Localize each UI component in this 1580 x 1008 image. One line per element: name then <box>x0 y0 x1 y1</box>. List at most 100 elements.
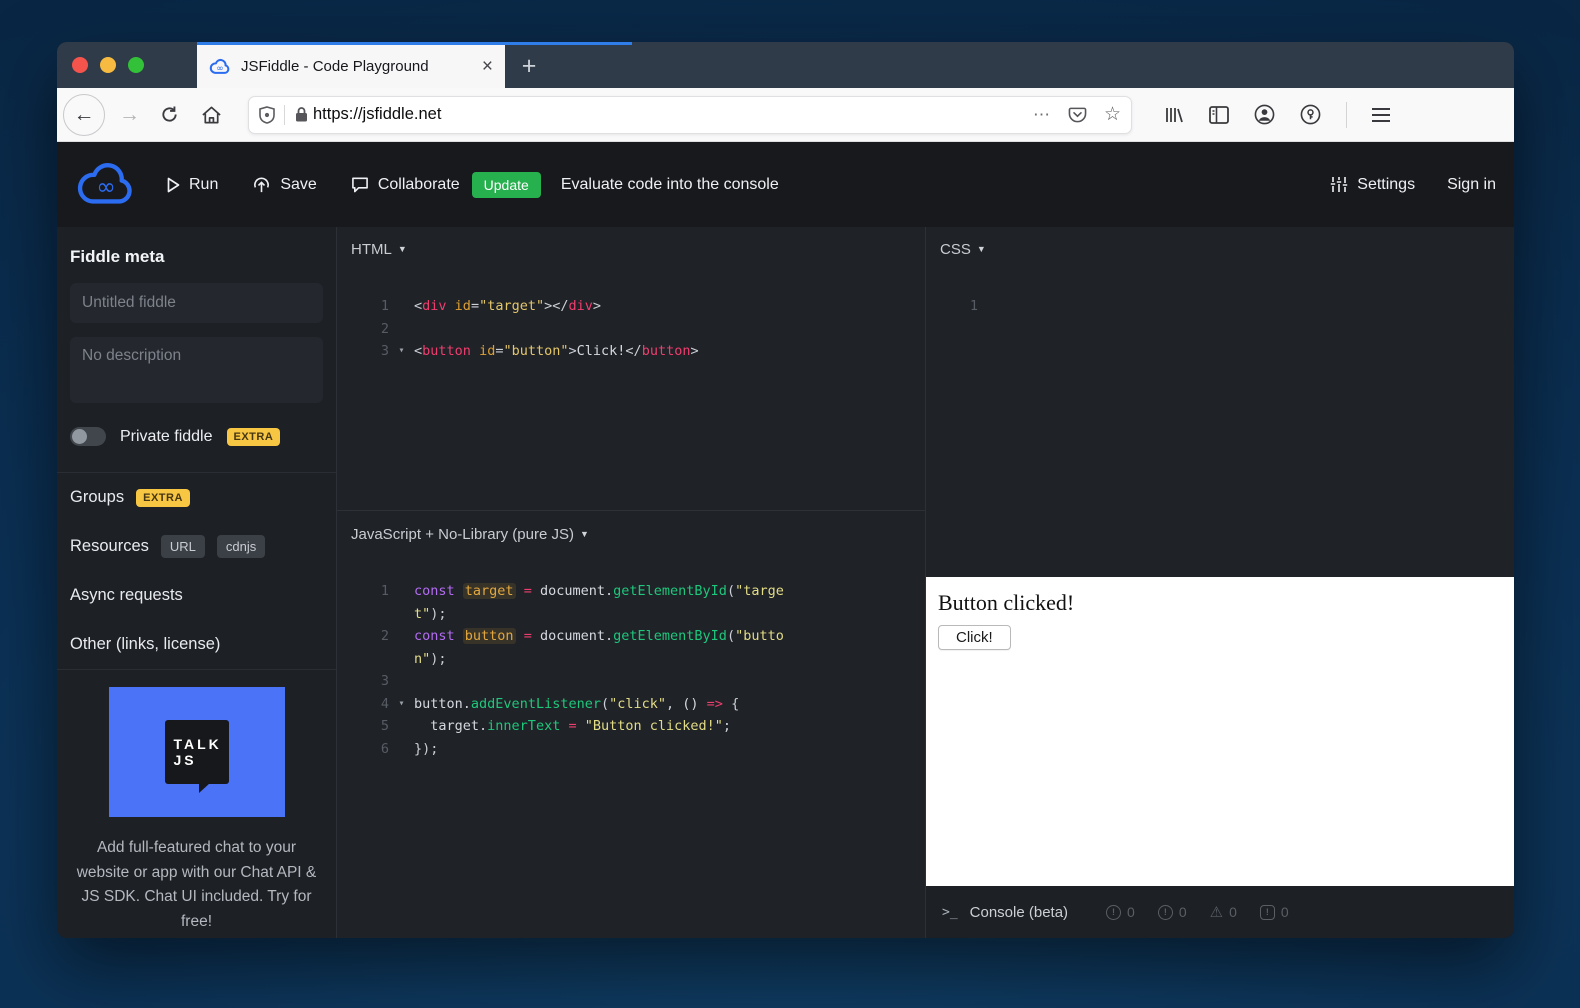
settings-label: Settings <box>1357 176 1415 194</box>
back-button[interactable]: ← <box>63 94 105 136</box>
evaluate-hint: Evaluate code into the console <box>561 176 779 194</box>
url-bar-actions: ⋯ ☆ <box>1033 103 1121 126</box>
talkjs-ad-text[interactable]: Add full-featured chat to your website o… <box>70 836 323 934</box>
code-line: 3▾<button id="button">Click!</button> <box>337 340 925 363</box>
play-icon <box>167 177 180 193</box>
info-circle-icon: ! <box>1158 905 1173 920</box>
url-bar[interactable]: https://jsfiddle.net ⋯ ☆ <box>248 96 1132 134</box>
svg-text:∞: ∞ <box>96 173 115 200</box>
console-bar[interactable]: >_ Console (beta) ! 0 ! 0 ⚠ 0 ! 0 <box>926 886 1514 938</box>
toolbar-icons <box>1164 102 1390 128</box>
result-click-button[interactable]: Click! <box>938 625 1011 650</box>
talkjs-ad-image[interactable]: TALK JS <box>109 687 285 817</box>
console-info-counter[interactable]: ! 0 <box>1158 904 1187 920</box>
editor-column-left: HTML ▼ 1<div id="target"></div>23▾<butto… <box>337 227 925 938</box>
update-button[interactable]: Update <box>472 172 541 198</box>
talkjs-ad[interactable]: TALK JS Add full-featured chat to your w… <box>70 670 323 934</box>
console-log-counter[interactable]: ! 0 <box>1106 904 1135 920</box>
lock-icon <box>294 106 309 123</box>
fiddle-title-input[interactable] <box>70 283 323 323</box>
code-line: 2 <box>337 318 925 341</box>
tab-title: JSFiddle - Code Playground <box>241 58 474 75</box>
url-badge[interactable]: URL <box>161 535 205 558</box>
save-icon <box>252 176 271 194</box>
fiddle-description-input[interactable] <box>70 337 323 403</box>
browser-tab[interactable]: ∞ JSFiddle - Code Playground × <box>197 45 505 88</box>
code-line: 4▾button.addEventListener("click", () =>… <box>337 693 925 716</box>
code-line: 5 target.innerText = "Button clicked!"; <box>337 715 925 738</box>
code-line: 3 <box>337 670 925 693</box>
url-separator <box>284 105 285 125</box>
talkjs-logo: TALK JS <box>165 720 229 784</box>
fold-arrow-icon: ▾ <box>389 340 414 363</box>
tracking-protection-shield-icon[interactable] <box>259 106 275 124</box>
chevron-down-icon: ▼ <box>977 244 986 254</box>
url-text[interactable]: https://jsfiddle.net <box>313 105 441 124</box>
result-heading: Button clicked! <box>938 590 1502 616</box>
run-label: Run <box>189 176 218 194</box>
info-count: 0 <box>1179 904 1187 920</box>
close-window-button[interactable] <box>72 57 88 73</box>
css-panel: CSS ▼ 1 <box>926 227 1514 577</box>
terminal-prompt-icon: >_ <box>942 905 958 920</box>
account-icon[interactable] <box>1254 104 1275 125</box>
sidebar-item-groups[interactable]: Groups EXTRA <box>70 473 323 522</box>
navigation-bar: ← → https://jsfiddle.net ⋯ <box>57 88 1514 142</box>
header-right: Settings Sign in <box>1330 176 1496 194</box>
window-controls <box>72 57 144 73</box>
code-line: 1 <box>926 295 1514 318</box>
sidebar-item-async-requests[interactable]: Async requests <box>70 571 323 620</box>
console-error-counter[interactable]: ! 0 <box>1260 904 1289 920</box>
css-panel-header[interactable]: CSS ▼ <box>926 227 1514 271</box>
bookmark-star-icon[interactable]: ☆ <box>1104 103 1121 126</box>
html-panel-header[interactable]: HTML ▼ <box>337 227 925 271</box>
library-icon[interactable] <box>1164 105 1184 125</box>
info-circle-icon: ! <box>1106 905 1121 920</box>
talkjs-logo-text-bottom: JS <box>174 752 229 768</box>
html-editor[interactable]: 1<div id="target"></div>23▾<button id="b… <box>337 271 925 363</box>
console-label: Console (beta) <box>970 904 1068 921</box>
fold-arrow-icon: ▾ <box>389 693 414 716</box>
private-fiddle-label: Private fiddle <box>120 428 213 446</box>
toolbar-divider <box>1346 102 1347 128</box>
collaborate-button[interactable]: Collaborate <box>351 176 460 194</box>
svg-text:∞: ∞ <box>216 63 223 73</box>
js-editor[interactable]: 1const target = document.getElementById(… <box>337 556 925 760</box>
sidebar-item-resources[interactable]: Resources URL cdnjs <box>70 522 323 571</box>
sliders-icon <box>1330 176 1348 193</box>
page-actions-icon[interactable]: ⋯ <box>1033 105 1051 125</box>
groups-label: Groups <box>70 488 124 507</box>
extension-icon[interactable] <box>1300 104 1321 125</box>
private-fiddle-row: Private fiddle EXTRA <box>70 427 323 446</box>
css-panel-title: CSS <box>940 241 971 258</box>
zoom-window-button[interactable] <box>128 57 144 73</box>
warning-triangle-icon: ⚠ <box>1210 905 1223 920</box>
sidebar-toggle-icon[interactable] <box>1209 106 1229 124</box>
new-tab-button[interactable]: + <box>509 45 549 88</box>
js-panel-title: JavaScript + No-Library (pure JS) <box>351 526 574 543</box>
js-panel-header[interactable]: JavaScript + No-Library (pure JS) ▼ <box>337 512 925 556</box>
extra-badge: EXTRA <box>227 428 281 446</box>
settings-button[interactable]: Settings <box>1330 176 1415 194</box>
private-fiddle-toggle[interactable] <box>70 427 106 446</box>
tab-close-icon[interactable]: × <box>482 57 493 76</box>
extra-badge: EXTRA <box>136 489 190 507</box>
sign-in-button[interactable]: Sign in <box>1447 176 1496 194</box>
cdnjs-badge[interactable]: cdnjs <box>217 535 265 558</box>
result-panel: Button clicked! Click! <box>926 577 1514 886</box>
talkjs-logo-text-top: TALK <box>174 736 229 752</box>
pocket-icon[interactable] <box>1068 106 1087 124</box>
forward-button[interactable]: → <box>117 103 142 127</box>
reload-button[interactable] <box>154 100 184 130</box>
run-button[interactable]: Run <box>167 176 218 194</box>
save-button[interactable]: Save <box>252 176 316 194</box>
jsfiddle-favicon-icon: ∞ <box>209 58 231 76</box>
menu-hamburger-icon[interactable] <box>1372 108 1390 122</box>
css-editor[interactable]: 1 <box>926 271 1514 318</box>
minimize-window-button[interactable] <box>100 57 116 73</box>
sidebar-item-other[interactable]: Other (links, license) <box>70 620 323 669</box>
home-button[interactable] <box>196 100 226 130</box>
jsfiddle-logo[interactable]: ∞ <box>75 159 137 211</box>
console-warning-counter[interactable]: ⚠ 0 <box>1210 904 1237 920</box>
html-panel: HTML ▼ 1<div id="target"></div>23▾<butto… <box>337 227 925 511</box>
